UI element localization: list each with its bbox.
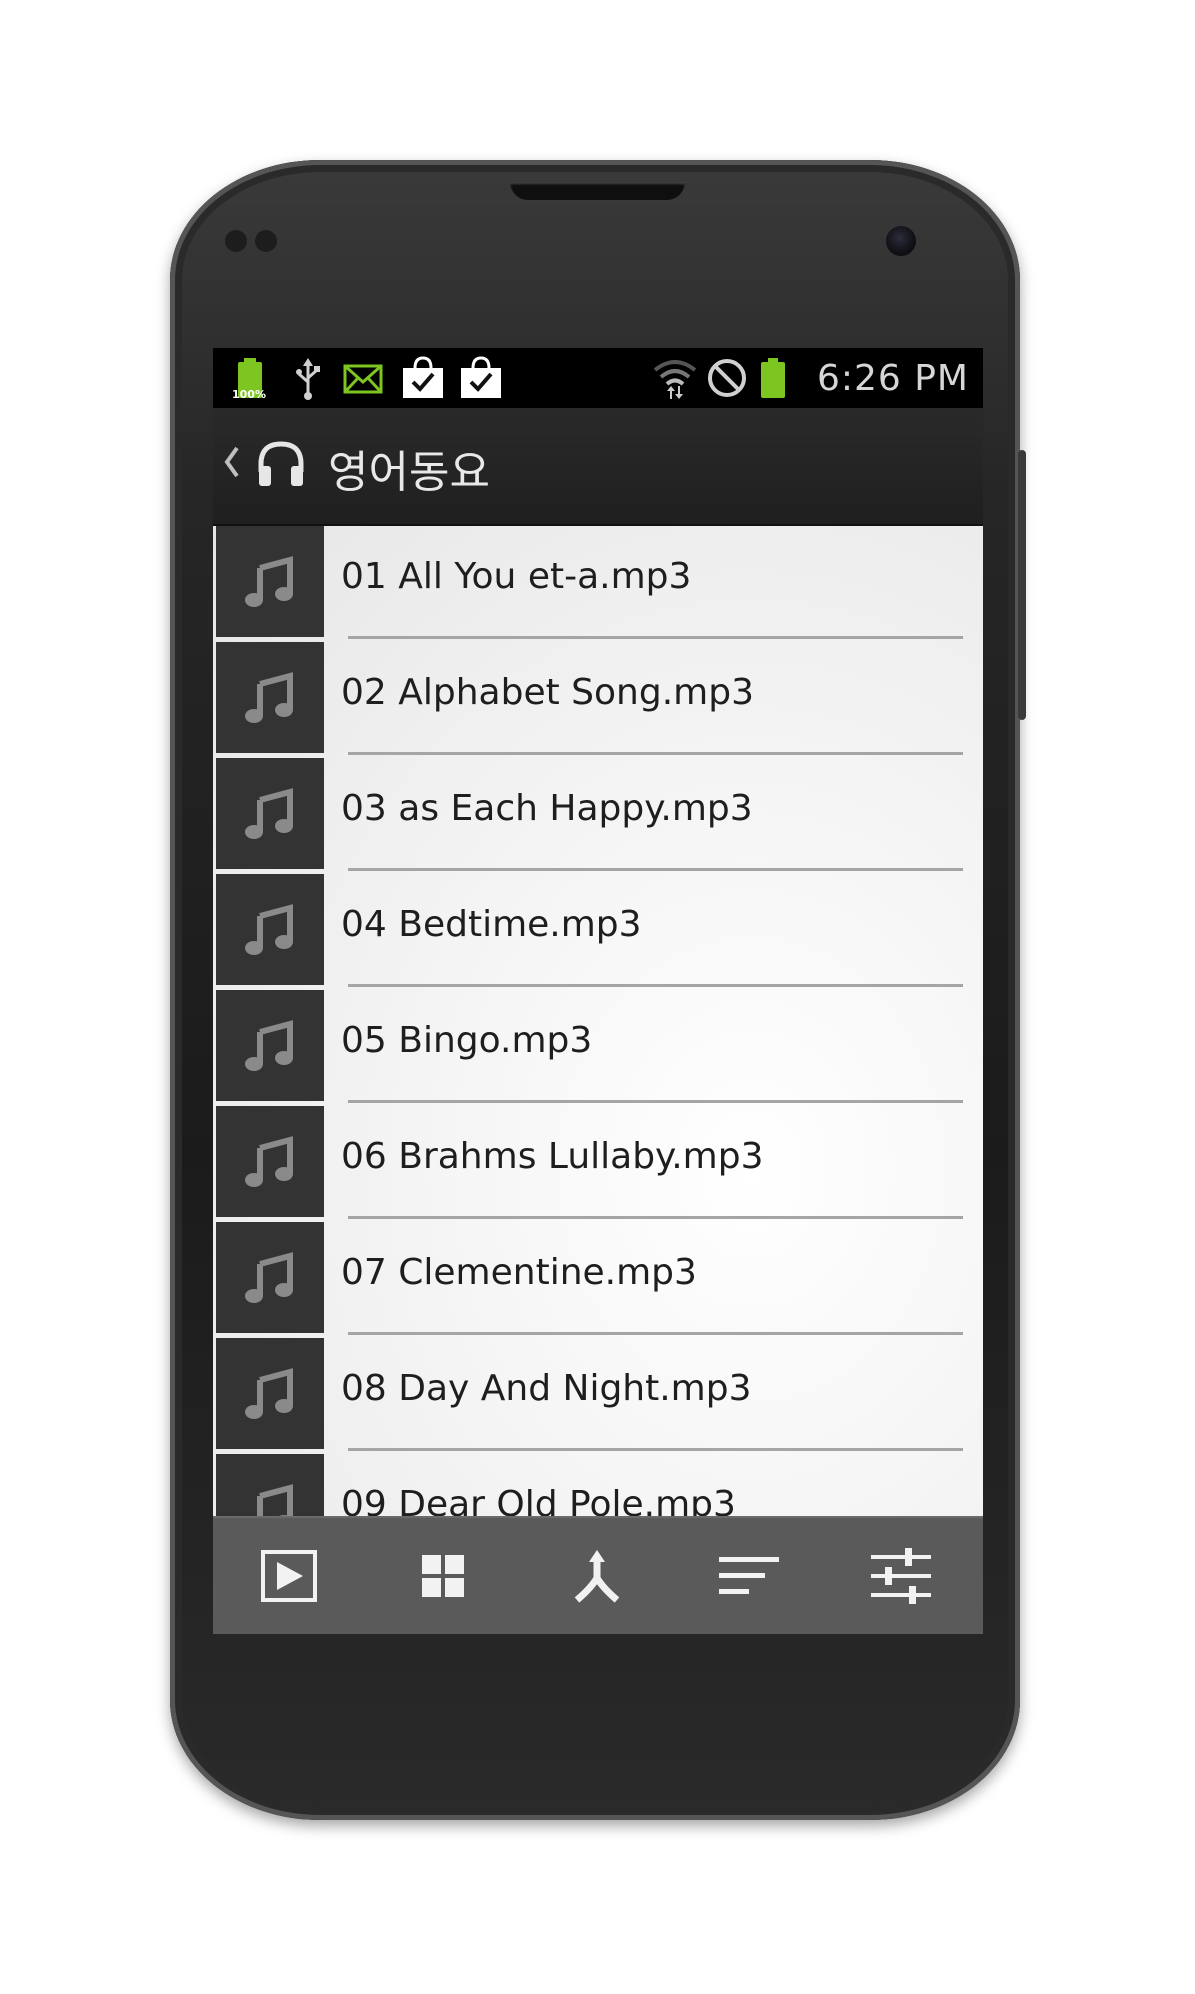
list-item[interactable]: 08 Day And Night.mp3: [213, 1338, 983, 1455]
checklist-bag-icon: [457, 356, 505, 400]
divider: [348, 752, 963, 755]
light-sensor: [255, 230, 277, 252]
divider: [348, 1332, 963, 1335]
list-item[interactable]: 05 Bingo.mp3: [213, 990, 983, 1107]
song-title: 07 Clementine.mp3: [341, 1252, 697, 1293]
song-title: 02 Alphabet Song.mp3: [341, 672, 754, 713]
grid-icon: [422, 1555, 464, 1597]
song-title: 03 as Each Happy.mp3: [341, 788, 753, 829]
volume-rocker: [1018, 450, 1026, 720]
checklist-bag-icon: [399, 356, 447, 400]
music-note-icon: [216, 1222, 324, 1333]
song-list: 01 All You et-a.mp3 02 Alphabet Song.mp3: [213, 526, 983, 1516]
headphones-icon[interactable]: [255, 438, 307, 490]
divider: [348, 1448, 963, 1451]
no-sim-icon: [705, 356, 749, 400]
song-title: 09 Dear Old Pole.mp3: [341, 1484, 736, 1516]
status-bar: 100% 6:26 PM: [213, 348, 983, 408]
list-item[interactable]: 03 as Each Happy.mp3: [213, 758, 983, 875]
music-note-icon: [216, 1454, 324, 1516]
screen: 100% 6:26 PM 영어동요 01 All You et-a.mp3 02…: [213, 348, 983, 1634]
mail-icon: [341, 356, 385, 400]
divider: [348, 868, 963, 871]
merge-icon: [574, 1550, 620, 1603]
front-camera: [886, 226, 916, 256]
proximity-sensor: [225, 230, 247, 252]
equalizer-button[interactable]: [863, 1538, 939, 1614]
music-note-icon: [216, 758, 324, 869]
status-time: 6:26 PM: [816, 358, 969, 399]
divider: [348, 1100, 963, 1103]
list-item[interactable]: 09 Dear Old Pole.mp3: [213, 1454, 983, 1516]
divider: [348, 984, 963, 987]
earpiece-speaker: [510, 182, 685, 200]
list-item[interactable]: 07 Clementine.mp3: [213, 1222, 983, 1339]
list-item[interactable]: 06 Brahms Lullaby.mp3: [213, 1106, 983, 1223]
music-note-icon: [216, 874, 324, 985]
play-button[interactable]: [251, 1538, 327, 1614]
battery-icon: [755, 356, 791, 400]
play-icon: [261, 1550, 317, 1602]
usb-icon: [293, 356, 323, 400]
song-title: 05 Bingo.mp3: [341, 1020, 593, 1061]
list-item[interactable]: 02 Alphabet Song.mp3: [213, 642, 983, 759]
sort-button[interactable]: [711, 1538, 787, 1614]
song-title: 08 Day And Night.mp3: [341, 1368, 752, 1409]
music-note-icon: [216, 526, 324, 637]
list-item[interactable]: 01 All You et-a.mp3: [213, 526, 983, 643]
page-title: 영어동요: [328, 447, 490, 498]
equalizer-icon: [871, 1548, 931, 1604]
song-title: 04 Bedtime.mp3: [341, 904, 642, 945]
music-note-icon: [216, 642, 324, 753]
grid-button[interactable]: [405, 1538, 481, 1614]
action-bar: 영어동요: [213, 408, 983, 526]
divider: [348, 1216, 963, 1219]
battery-percent-label: 100%: [232, 388, 266, 401]
song-title: 06 Brahms Lullaby.mp3: [341, 1136, 764, 1177]
merge-button[interactable]: [559, 1538, 635, 1614]
music-note-icon: [216, 990, 324, 1101]
list-item[interactable]: 04 Bedtime.mp3: [213, 874, 983, 991]
music-note-icon: [216, 1106, 324, 1217]
divider: [348, 636, 963, 639]
music-note-icon: [216, 1338, 324, 1449]
wifi-icon: [651, 356, 699, 400]
bottom-toolbar: [213, 1516, 983, 1634]
sort-lines-icon: [719, 1557, 779, 1594]
song-title: 01 All You et-a.mp3: [341, 556, 692, 597]
back-chevron-icon[interactable]: [221, 442, 241, 482]
battery-full-icon: 100%: [229, 356, 271, 401]
